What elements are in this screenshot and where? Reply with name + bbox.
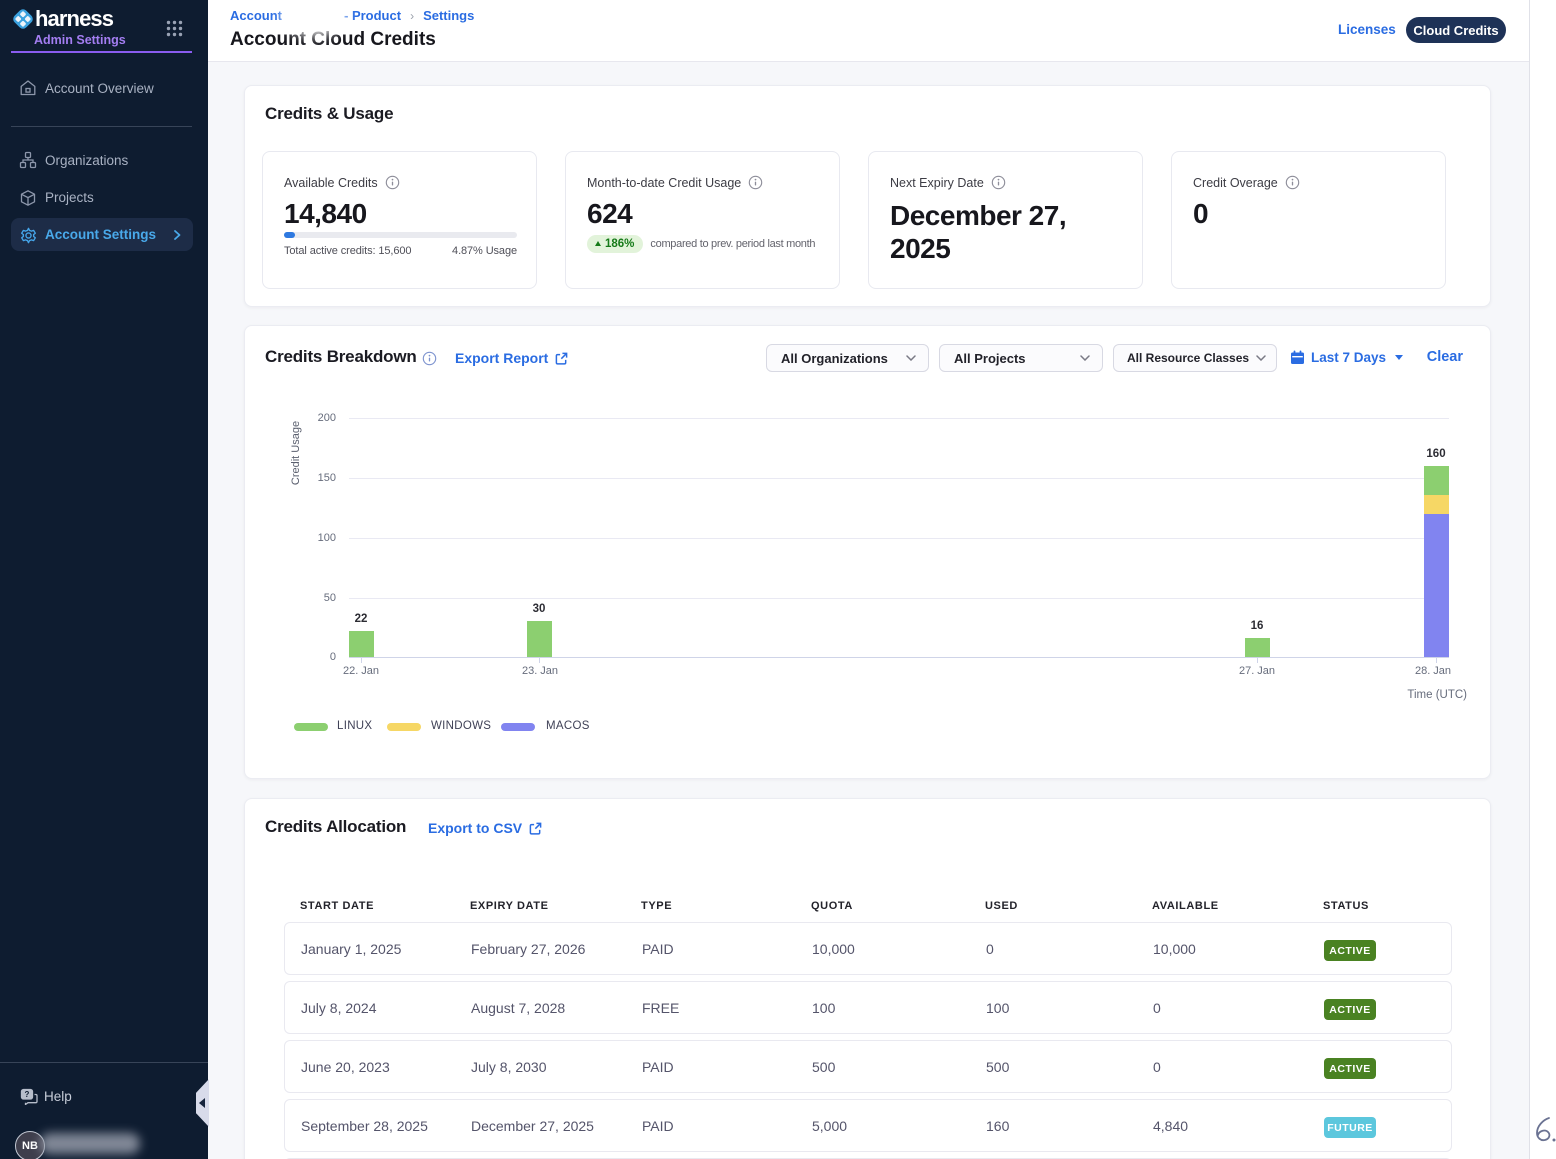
svg-text:?: ? [25,1090,30,1099]
